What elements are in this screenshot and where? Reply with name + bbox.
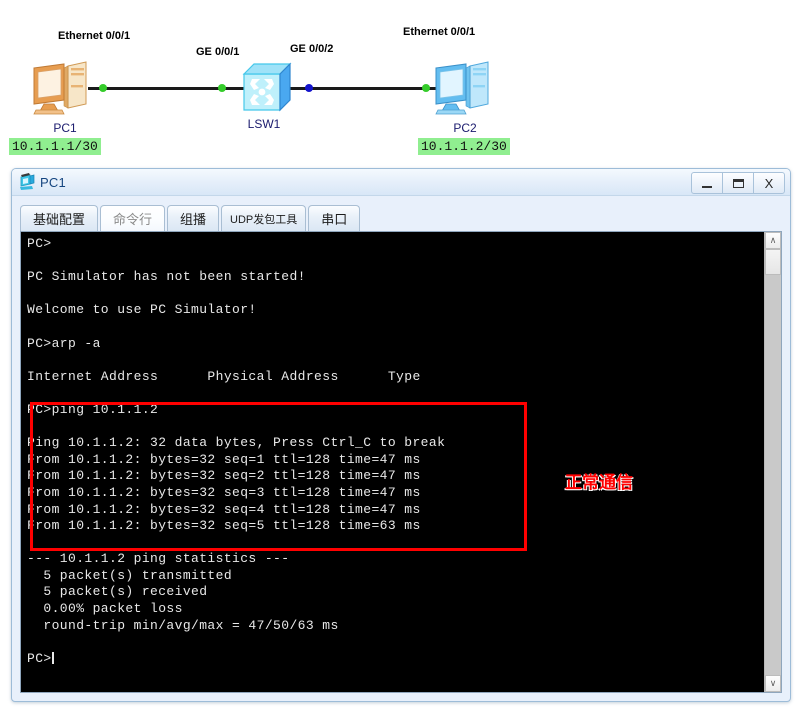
tab-command-line[interactable]: 命令行 — [100, 205, 166, 231]
chevron-down-icon: ∨ — [769, 678, 777, 688]
network-topology-canvas[interactable]: Ethernet 0/0/1 GE 0/0/1 GE 0/0/2 Etherne… — [0, 0, 805, 168]
terminal-line: PC Simulator has not been started! — [27, 269, 306, 285]
terminal-line: 0.00% packet loss — [27, 601, 183, 617]
tab-label: 基础配置 — [33, 212, 86, 227]
terminal-line: PC>ping 10.1.1.2 — [27, 401, 159, 417]
pc1-device-icon[interactable] — [28, 58, 92, 116]
tab-strip: 基础配置 命令行 组播 UDP发包工具 串口 — [20, 203, 782, 231]
terminal-cursor — [51, 651, 54, 664]
terminal-line: PC>arp -a — [27, 335, 101, 351]
annotation-normal-communication: 正常通信 — [565, 473, 633, 492]
screen: Ethernet 0/0/1 GE 0/0/1 GE 0/0/2 Etherne… — [0, 0, 805, 726]
terminal-line: 5 packet(s) received — [27, 584, 208, 600]
scrollbar-track[interactable] — [765, 249, 781, 675]
tab-udp-packet-tool[interactable]: UDP发包工具 — [221, 205, 307, 231]
minimize-button[interactable] — [691, 172, 723, 194]
ip-label-pc2: 10.1.1.2/30 — [418, 138, 510, 155]
tab-serial-port[interactable]: 串口 — [308, 205, 361, 231]
terminal-line: Welcome to use PC Simulator! — [27, 302, 257, 318]
tab-basic-config[interactable]: 基础配置 — [20, 205, 99, 231]
link-dot-lsw1-ge2 — [305, 84, 313, 92]
terminal-line: Ping 10.1.1.2: 32 data bytes, Press Ctrl… — [27, 435, 446, 451]
terminal-line: From 10.1.1.2: bytes=32 seq=3 ttl=128 ti… — [27, 484, 421, 500]
tab-label: 串口 — [321, 212, 348, 227]
node-label-pc1: PC1 — [53, 121, 77, 135]
ip-label-pc1: 10.1.1.1/30 — [9, 138, 101, 155]
pc-device-icon — [20, 173, 35, 190]
terminal-line: From 10.1.1.2: bytes=32 seq=2 ttl=128 ti… — [27, 468, 421, 484]
terminal-line: --- 10.1.1.2 ping statistics --- — [27, 551, 290, 567]
terminal-line: From 10.1.1.2: bytes=32 seq=1 ttl=128 ti… — [27, 451, 421, 467]
scroll-down-button[interactable]: ∨ — [765, 675, 781, 692]
pc2-device-icon[interactable] — [430, 58, 494, 116]
terminal-line: PC> — [27, 236, 52, 251]
maximize-button[interactable] — [722, 172, 754, 194]
tab-label: 组播 — [180, 212, 207, 227]
window-title: PC1 — [40, 174, 66, 190]
window-controls: X — [691, 172, 785, 194]
tab-label: UDP发包工具 — [230, 213, 298, 226]
terminal-output: PC> PC Simulator has not been started! Wel… — [27, 236, 759, 692]
chevron-up-icon: ∧ — [769, 235, 777, 245]
close-icon: X — [764, 175, 774, 191]
pc1-console-window: PC1 X 基础配置 命令行 组播 UDP发包工具 串口 PC> PC Simu… — [11, 168, 791, 702]
terminal-line: PC> — [27, 650, 54, 666]
lsw1-device-icon[interactable] — [240, 62, 292, 114]
window-titlebar[interactable]: PC1 X — [12, 169, 790, 196]
minimize-icon — [702, 185, 712, 188]
terminal-line: 5 packet(s) transmitted — [27, 567, 233, 583]
link-dot-pc2-side — [422, 84, 430, 92]
iface-label-lsw1-ge2: GE 0/0/2 — [290, 43, 334, 55]
scrollbar-thumb[interactable] — [765, 249, 781, 275]
terminal-scrollbar[interactable]: ∧ ∨ — [764, 232, 781, 692]
tab-label: 命令行 — [113, 212, 153, 227]
terminal-console[interactable]: PC> PC Simulator has not been started! Wel… — [20, 231, 782, 693]
iface-label-pc2: Ethernet 0/0/1 — [403, 26, 476, 38]
terminal-line: From 10.1.1.2: bytes=32 seq=4 ttl=128 ti… — [27, 501, 421, 517]
link-dot-lsw1-ge1 — [218, 84, 226, 92]
link-dot-pc1-side — [99, 84, 107, 92]
scroll-up-button[interactable]: ∧ — [765, 232, 781, 249]
iface-label-pc1: Ethernet 0/0/1 — [58, 30, 131, 42]
close-button[interactable]: X — [753, 172, 785, 194]
terminal-line: round-trip min/avg/max = 47/50/63 ms — [27, 617, 339, 633]
tab-multicast[interactable]: 组播 — [167, 205, 220, 231]
node-label-lsw1: LSW1 — [247, 117, 281, 131]
maximize-icon — [732, 178, 744, 188]
node-label-pc2: PC2 — [453, 121, 477, 135]
iface-label-lsw1-ge1: GE 0/0/1 — [196, 46, 240, 58]
window-client-area: 基础配置 命令行 组播 UDP发包工具 串口 PC> PC Simulator h… — [12, 196, 790, 701]
terminal-line: Internet Address Physical Address Type — [27, 368, 421, 384]
terminal-line: From 10.1.1.2: bytes=32 seq=5 ttl=128 ti… — [27, 518, 421, 534]
